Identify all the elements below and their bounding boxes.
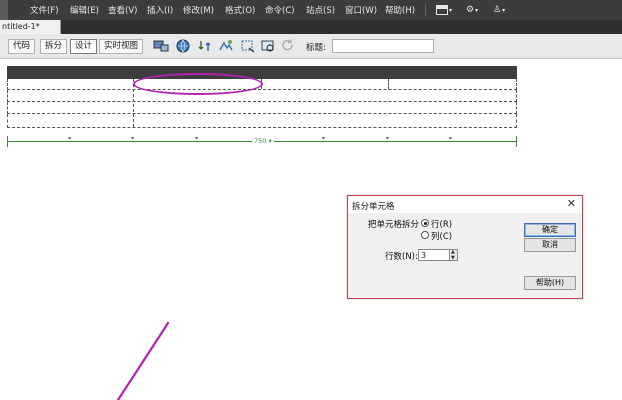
split-cell-label: 把单元格拆分 — [368, 220, 420, 230]
width-guide-tick — [516, 136, 517, 147]
table-row[interactable] — [7, 102, 517, 114]
column-width-arrow-icon[interactable]: ▾ — [449, 135, 452, 142]
gear-icon[interactable]: ⚙ ▾ — [466, 3, 478, 17]
visual-aids-icon[interactable] — [240, 38, 256, 54]
document-toolbar: 代码 拆分 设计 实时视图 标题: — [0, 34, 622, 59]
column-width-arrow-icon[interactable]: ▾ — [195, 135, 198, 142]
page-title-input[interactable] — [332, 39, 434, 53]
w3c-validate-icon[interactable] — [218, 38, 234, 54]
menu-command[interactable]: 命令(C) — [265, 4, 295, 16]
split-columns-label[interactable]: 列(C) — [431, 230, 452, 242]
menu-file[interactable]: 文件(F) — [30, 4, 59, 16]
menu-site[interactable]: 站点(S) — [306, 4, 335, 16]
table-width-value: 750 — [254, 137, 267, 145]
close-icon[interactable]: ✕ — [567, 198, 576, 210]
menu-bar: 文件(F) 编辑(E) 查看(V) 插入(I) 修改(M) 格式(O) 命令(C… — [0, 0, 622, 20]
table-column-divider — [388, 79, 389, 89]
help-button[interactable]: 帮助(H) — [524, 276, 576, 290]
design-view-button[interactable]: 设计 — [70, 39, 98, 54]
column-width-arrow-icon[interactable]: ▾ — [386, 135, 389, 142]
split-rows-radio[interactable] — [421, 219, 429, 227]
file-management-icon[interactable] — [197, 38, 213, 54]
stepper-down-icon[interactable]: ▼ — [451, 256, 455, 261]
row-count-label: 行数(N): — [385, 252, 418, 262]
menu-modify[interactable]: 修改(M) — [183, 4, 214, 16]
column-width-arrow-icon[interactable]: ▾ — [68, 135, 71, 142]
document-tab-bar: ntitled-1* — [0, 20, 622, 34]
document-tab[interactable]: ntitled-1* — [0, 20, 61, 34]
table-header-row[interactable] — [7, 66, 517, 79]
split-cell-dialog: 拆分单元格 ✕ 把单元格拆分 行(R) 列(C) 行数(N): 3 ▲ ▼ 确定… — [347, 195, 583, 299]
table-width-label[interactable]: 750 ▾ — [252, 137, 274, 145]
multiscreen-icon[interactable] — [153, 38, 169, 54]
menu-window[interactable]: 窗口(W) — [345, 4, 377, 16]
page-title-label: 标题: — [306, 43, 326, 53]
refresh-icon[interactable] — [280, 38, 296, 54]
table-row[interactable] — [7, 90, 517, 102]
menu-insert[interactable]: 插入(I) — [147, 4, 173, 16]
menu-help[interactable]: 帮助(H) — [385, 4, 415, 16]
menu-edit[interactable]: 编辑(E) — [70, 4, 99, 16]
table-row[interactable] — [7, 114, 517, 128]
user-icon[interactable]: ♙ ▾ — [493, 3, 505, 17]
cancel-button[interactable]: 取消 — [524, 238, 576, 252]
code-view-button[interactable]: 代码 — [8, 39, 36, 54]
column-width-arrow-icon[interactable]: ▾ — [322, 135, 325, 142]
row-count-input[interactable]: 3 — [418, 249, 450, 261]
column-width-arrow-icon[interactable]: ▾ — [131, 135, 134, 142]
layout-icon[interactable]: ▾ — [436, 3, 452, 17]
split-rows-label[interactable]: 行(R) — [431, 218, 452, 230]
menu-view[interactable]: 查看(V) — [108, 4, 137, 16]
menu-separator — [425, 4, 426, 16]
table-width-guide[interactable]: ▾ ▾ ▾ ▾ ▾ ▾ 750 ▾ — [7, 135, 517, 148]
split-columns-radio[interactable] — [421, 231, 429, 239]
preview-browser-icon[interactable] — [175, 38, 191, 54]
app-logo — [0, 0, 8, 20]
row-count-stepper[interactable]: ▲ ▼ — [450, 249, 458, 261]
menu-format[interactable]: 格式(O) — [225, 4, 255, 16]
split-view-button[interactable]: 拆分 — [40, 39, 68, 54]
inspect-icon[interactable] — [260, 38, 276, 54]
dialog-titlebar[interactable]: 拆分单元格 ✕ — [348, 196, 582, 213]
dialog-body: 把单元格拆分 行(R) 列(C) 行数(N): 3 ▲ ▼ 确定 取消 帮助(H… — [348, 213, 582, 298]
highlight-ellipse-annotation — [133, 73, 263, 95]
live-view-button[interactable]: 实时视图 — [99, 39, 144, 54]
width-guide-tick — [7, 136, 8, 147]
ok-button[interactable]: 确定 — [524, 223, 576, 237]
dialog-title: 拆分单元格 — [352, 202, 395, 212]
